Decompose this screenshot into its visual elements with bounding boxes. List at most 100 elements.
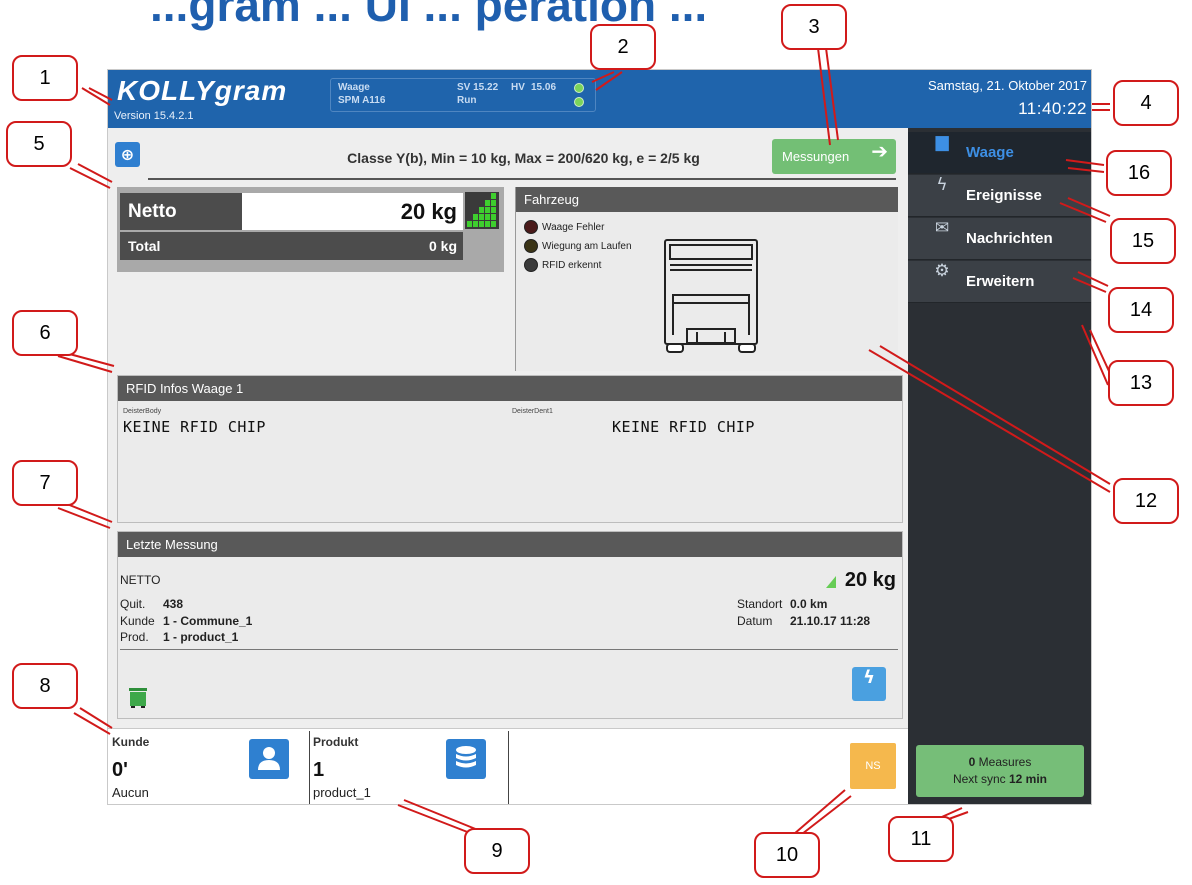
stable-indicator-icon xyxy=(826,576,836,588)
sidebar: ▆ Waage ϟ Ereignisse ✉ Nachrichten ⚙ Erw… xyxy=(908,128,1091,804)
sidebar-item-label: Nachrichten xyxy=(966,230,1053,247)
callout-11: 11 xyxy=(888,816,954,862)
callout-7: 7 xyxy=(12,460,78,506)
rfid-right-value: KEINE RFID CHIP xyxy=(612,418,755,436)
callout-14: 14 xyxy=(1108,287,1174,333)
weighing-label: Wiegung am Laufen xyxy=(542,241,632,252)
kunde-label: Kunde xyxy=(120,614,155,628)
vehicle-title: Fahrzeug xyxy=(516,187,898,212)
measurements-label: Messungen xyxy=(782,149,850,164)
scale-label: Waage xyxy=(338,82,370,93)
sv-version: SV 15.22 xyxy=(457,82,499,93)
datum-label: Datum xyxy=(737,614,773,628)
callout-10: 10 xyxy=(754,832,820,878)
gears-icon: ⚙ xyxy=(934,261,950,281)
rfid-right-tag: DeisterDent1 xyxy=(512,408,553,415)
annotated-screenshot: ...gram ... UI ... peration ... KOLLYgra… xyxy=(0,0,1192,885)
callout-5: 5 xyxy=(6,121,72,167)
last-measurement-panel: Letzte Messung NETTO 20 kg Quit. 438 Kun… xyxy=(117,531,903,719)
bottom-bar: Kunde 0' Aucun Produkt 1 product_1 NS xyxy=(108,728,908,804)
sidebar-item-nachrichten[interactable]: ✉ Nachrichten xyxy=(908,218,1091,260)
quit-label: Quit. xyxy=(120,597,146,611)
callout-3: 3 xyxy=(781,4,847,50)
kunde-number: 0' xyxy=(112,759,128,781)
next-sync-label: Next sync xyxy=(952,772,1006,786)
divider xyxy=(309,731,310,804)
callout-6: 6 xyxy=(12,310,78,356)
sidebar-item-label: Waage xyxy=(966,144,1014,161)
database-icon xyxy=(456,746,476,768)
zoom-button[interactable]: ⊕ xyxy=(115,142,140,167)
rfid-indicator xyxy=(524,258,538,272)
envelope-icon: ✉ xyxy=(934,218,950,238)
callout-12: 12 xyxy=(1113,478,1179,524)
sidebar-item-label: Ereignisse xyxy=(966,187,1042,204)
status-led-icon xyxy=(574,97,584,107)
rfid-title: RFID Infos Waage 1 xyxy=(118,376,902,401)
weight-panel: Netto 20 kg Total 0 kg xyxy=(117,187,504,272)
divider xyxy=(508,731,509,804)
events-button[interactable]: ϟ xyxy=(852,667,886,701)
app-header: KOLLYgram Version 15.4.2.1 Waage SPM A11… xyxy=(108,70,1091,128)
user-icon xyxy=(258,747,280,770)
kunde-name: Aucun xyxy=(112,785,149,800)
callout-4: 4 xyxy=(1113,80,1179,126)
scale-state: Run xyxy=(457,95,477,106)
next-sync-value: 12 min xyxy=(1009,772,1048,786)
weighing-indicator xyxy=(524,239,538,253)
rfid-detected-label: RFID erkennt xyxy=(542,260,602,271)
produkt-title: Produkt xyxy=(313,735,359,749)
callout-2: 2 xyxy=(590,24,656,70)
last-measurement-title: Letzte Messung xyxy=(118,532,902,557)
scale-error-label: Waage Fehler xyxy=(542,222,605,233)
prod-label: Prod. xyxy=(120,630,149,644)
produkt-number: 1 xyxy=(313,759,325,781)
rfid-left-value: KEINE RFID CHIP xyxy=(123,418,266,436)
callout-16: 16 xyxy=(1106,150,1172,196)
scale-model: SPM A116 xyxy=(338,95,386,106)
standort-label: Standort xyxy=(737,597,783,611)
callout-15: 15 xyxy=(1110,218,1176,264)
bolt-icon: ϟ xyxy=(936,175,948,195)
next-sync-line: Next sync 12 min xyxy=(916,771,1084,788)
sidebar-item-erweitern[interactable]: ⚙ Erweitern xyxy=(908,261,1091,303)
sidebar-item-label: Erweitern xyxy=(966,273,1035,290)
measurements-button[interactable]: Messungen ➔ xyxy=(772,139,896,174)
app-window: KOLLYgram Version 15.4.2.1 Waage SPM A11… xyxy=(107,69,1092,805)
sidebar-item-waage[interactable]: ▆ Waage xyxy=(908,132,1091,174)
version-label: Version 15.4.2.1 xyxy=(114,110,194,122)
sync-status-button[interactable]: 0 Measures Next sync 12 min xyxy=(916,745,1084,797)
select-product-button[interactable] xyxy=(446,739,486,779)
total-label: Total xyxy=(128,238,161,254)
total-row: Total 0 kg xyxy=(120,232,463,260)
callout-9: 9 xyxy=(464,828,530,874)
hv-label: HV xyxy=(511,82,525,93)
bus-icon: ▆ xyxy=(935,132,949,152)
produkt-name: product_1 xyxy=(313,785,371,800)
divider xyxy=(120,649,898,650)
callout-8: 8 xyxy=(12,663,78,709)
sync-count-label: Measures xyxy=(978,755,1032,769)
callout-13: 13 xyxy=(1108,360,1174,406)
sync-count: 0 xyxy=(968,755,976,769)
bolt-icon: ϟ xyxy=(863,667,875,688)
sync-count-line: 0 Measures xyxy=(916,754,1084,771)
stability-bars-icon xyxy=(465,192,499,229)
netto-row: Netto 20 kg xyxy=(120,193,463,230)
zoom-in-icon: ⊕ xyxy=(120,145,135,164)
hv-version: 15.06 xyxy=(531,82,557,93)
kunde-title: Kunde xyxy=(112,735,150,749)
datum-value: 21.10.17 11:28 xyxy=(790,614,871,628)
netto-label: Netto xyxy=(120,193,242,230)
rfid-panel: RFID Infos Waage 1 DeisterBody KEINE RFI… xyxy=(117,375,903,523)
divider xyxy=(148,178,896,180)
total-value: 0 kg xyxy=(428,238,457,254)
quit-value: 438 xyxy=(163,597,184,611)
ns-button[interactable]: NS xyxy=(850,743,896,789)
callout-1: 1 xyxy=(12,55,78,101)
scale-status-box: Waage SPM A116 SV 15.22 HV 15.06 Run xyxy=(330,78,596,112)
container-icon xyxy=(129,688,147,708)
sidebar-item-ereignisse[interactable]: ϟ Ereignisse xyxy=(908,175,1091,217)
select-customer-button[interactable] xyxy=(249,739,289,779)
arrow-right-icon: ➔ xyxy=(871,139,888,163)
